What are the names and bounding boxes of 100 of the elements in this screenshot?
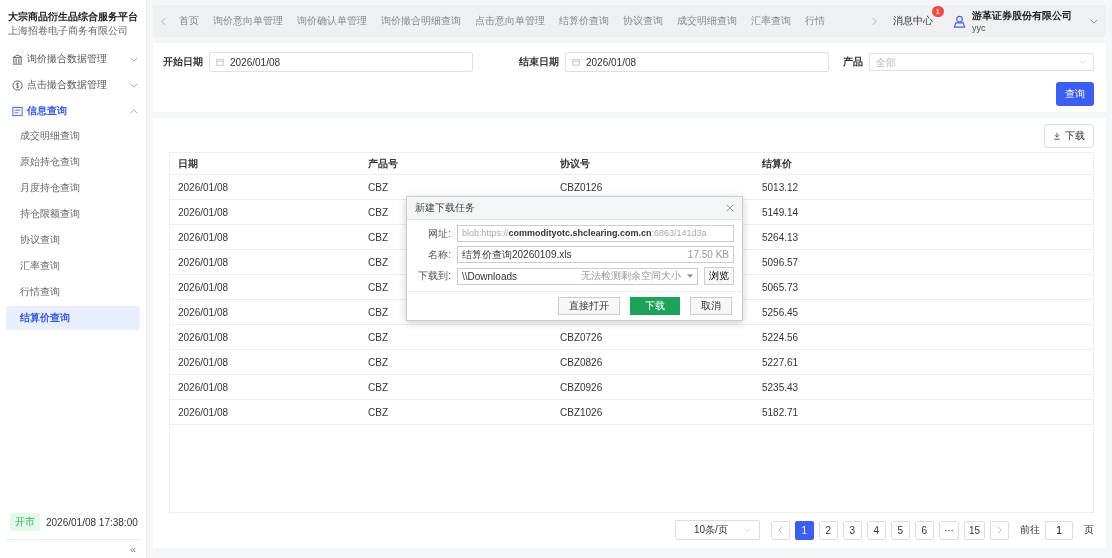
bank-icon bbox=[12, 53, 23, 65]
next-page-button[interactable] bbox=[990, 520, 1009, 540]
column-header: 结算价 bbox=[761, 156, 793, 171]
table-cell: 2026/01/08 bbox=[178, 381, 229, 393]
table-cell: CBZ bbox=[368, 356, 388, 368]
platform-title: 大宗商品衍生品综合服务平台 bbox=[8, 10, 138, 24]
nav-tab[interactable]: 询价撮合明细查询 bbox=[374, 14, 468, 28]
table-cell: 5149.14 bbox=[762, 206, 799, 218]
table-cell: 2026/01/08 bbox=[178, 256, 229, 268]
download-button[interactable]: 下载 bbox=[1044, 124, 1094, 148]
page-button[interactable]: 1 bbox=[794, 520, 814, 540]
menu-group[interactable]: 询价撮合数据管理 bbox=[0, 46, 146, 72]
scroll-right-icon[interactable] bbox=[872, 16, 877, 26]
table-cell: CBZ bbox=[368, 281, 388, 293]
company-subtitle: 上海招卷电子商务有限公司 bbox=[8, 24, 128, 38]
field-label: 结束日期 bbox=[519, 55, 559, 69]
table-cell: CBZ bbox=[368, 181, 388, 193]
table-cell: CBZ bbox=[368, 381, 388, 393]
nav-tab[interactable]: 协议查询 bbox=[616, 14, 670, 28]
page-suffix: 页 bbox=[1084, 523, 1094, 537]
nav-tab[interactable]: 成交明细查询 bbox=[670, 14, 744, 28]
table-cell: 5264.13 bbox=[762, 231, 799, 243]
nav-tab[interactable]: 首页 bbox=[172, 14, 206, 28]
table-cell: 2026/01/08 bbox=[178, 306, 229, 318]
table-cell: 2026/01/08 bbox=[178, 231, 229, 243]
download-icon bbox=[1053, 132, 1061, 140]
column-header: 产品号 bbox=[367, 156, 399, 171]
page-button[interactable]: 3 bbox=[842, 520, 862, 540]
nav-tab[interactable]: 点击意向单管理 bbox=[468, 14, 552, 28]
table-cell: 2026/01/08 bbox=[178, 356, 229, 368]
nav-tab[interactable]: 询价确认单管理 bbox=[290, 14, 374, 28]
goto-label: 前往 bbox=[1020, 523, 1040, 537]
menu-group[interactable]: 点击撮合数据管理 bbox=[0, 72, 146, 98]
collapse-button[interactable]: « bbox=[129, 543, 136, 555]
page-button[interactable]: 6 bbox=[914, 520, 934, 540]
menu-item[interactable]: 汇率查询 bbox=[6, 254, 140, 278]
field-label: 下载到: bbox=[417, 269, 451, 283]
page-button[interactable]: 4 bbox=[866, 520, 886, 540]
nav-tab[interactable]: 行情 bbox=[798, 14, 832, 28]
table-cell: 5224.56 bbox=[762, 331, 799, 343]
field-label: 产品 bbox=[843, 55, 863, 69]
scroll-left-icon[interactable] bbox=[161, 16, 166, 26]
page-number-field[interactable]: 1 bbox=[1045, 520, 1073, 540]
table-cell: CBZ bbox=[368, 206, 388, 218]
menu-item[interactable]: 成交明细查询 bbox=[6, 124, 140, 148]
date-field[interactable]: 2026/01/08 bbox=[565, 52, 829, 72]
download-button[interactable]: 下载 bbox=[630, 297, 680, 315]
user-name: yyc bbox=[972, 23, 987, 33]
menu-group[interactable]: 信息查询 bbox=[0, 98, 146, 124]
chevron-down-icon[interactable] bbox=[1090, 18, 1098, 24]
dollar-circle-icon bbox=[12, 79, 23, 91]
dialog-button[interactable]: 直接打开 bbox=[558, 297, 620, 315]
table-cell: 2026/01/08 bbox=[178, 281, 229, 293]
table-cell: CBZ bbox=[368, 231, 388, 243]
table-cell: 5065.73 bbox=[762, 281, 799, 293]
page-size-select[interactable]: 10条/页 bbox=[674, 520, 760, 540]
message-center-link[interactable]: 消息中心 bbox=[893, 15, 933, 26]
dialog-button[interactable]: 取消 bbox=[690, 297, 732, 315]
nav-tab[interactable]: 汇率查询 bbox=[744, 14, 798, 28]
column-header: 协议号 bbox=[559, 156, 591, 171]
chevron-down-icon bbox=[1079, 60, 1086, 64]
table-cell: CBZ0726 bbox=[560, 331, 603, 343]
nav-tab[interactable]: 询价意向单管理 bbox=[206, 14, 290, 28]
table-cell: CBZ bbox=[368, 306, 388, 318]
menu-item[interactable]: 协议查询 bbox=[6, 228, 140, 252]
notification-badge: 1 bbox=[931, 6, 944, 17]
table-cell: 5227.61 bbox=[762, 356, 799, 368]
product-select[interactable]: 全部 bbox=[869, 53, 1094, 71]
field-label: 开始日期 bbox=[163, 55, 203, 69]
calendar-icon bbox=[216, 58, 224, 66]
menu-item[interactable]: 月度持仓查询 bbox=[6, 176, 140, 200]
user-icon bbox=[953, 14, 966, 28]
page-button[interactable]: 5 bbox=[890, 520, 910, 540]
previous-page-button[interactable] bbox=[770, 520, 790, 540]
menu-item[interactable]: 持仓限额查询 bbox=[6, 202, 140, 226]
page-button[interactable]: ··· bbox=[938, 520, 959, 540]
save-location-field[interactable]: \\Downloads 无法检测剩余空间大小 bbox=[457, 267, 698, 285]
date-time: 2026/01/08 17:38:00 bbox=[46, 516, 138, 528]
table-cell: CBZ0126 bbox=[560, 181, 603, 193]
dropdown-arrow-icon[interactable] bbox=[687, 274, 693, 278]
page-button[interactable]: 2 bbox=[818, 520, 838, 540]
menu-item[interactable]: 原始持仓查询 bbox=[6, 150, 140, 174]
chevron-down-icon bbox=[743, 528, 751, 532]
nav-tab[interactable]: 结算价查询 bbox=[552, 14, 616, 28]
table-cell: CBZ bbox=[368, 406, 388, 418]
file-name-field[interactable]: 结算价查询20260109.xls 17.50 KB bbox=[457, 246, 734, 263]
browse-button[interactable]: 浏览 bbox=[704, 267, 734, 285]
menu-item[interactable]: 行情查询 bbox=[6, 280, 140, 304]
table-cell: 5235.43 bbox=[762, 381, 799, 393]
field-label: 名称: bbox=[427, 247, 451, 262]
query-button[interactable]: 查询 bbox=[1056, 82, 1094, 106]
page-button[interactable]: 15 bbox=[963, 520, 985, 540]
date-field[interactable]: 2026/01/08 bbox=[209, 52, 473, 72]
url-field[interactable]: blob:https://commodityotc.shclearing.com.cn:6863/141d3a bbox=[457, 225, 734, 242]
user-company: 游革证券股份有限公司 bbox=[972, 9, 1072, 23]
table-cell: CBZ bbox=[368, 331, 388, 343]
close-icon[interactable] bbox=[726, 204, 734, 212]
menu-item[interactable]: 结算价查询 bbox=[6, 306, 140, 330]
table-cell: 5096.57 bbox=[762, 256, 799, 268]
table-cell: 2026/01/08 bbox=[178, 331, 229, 343]
